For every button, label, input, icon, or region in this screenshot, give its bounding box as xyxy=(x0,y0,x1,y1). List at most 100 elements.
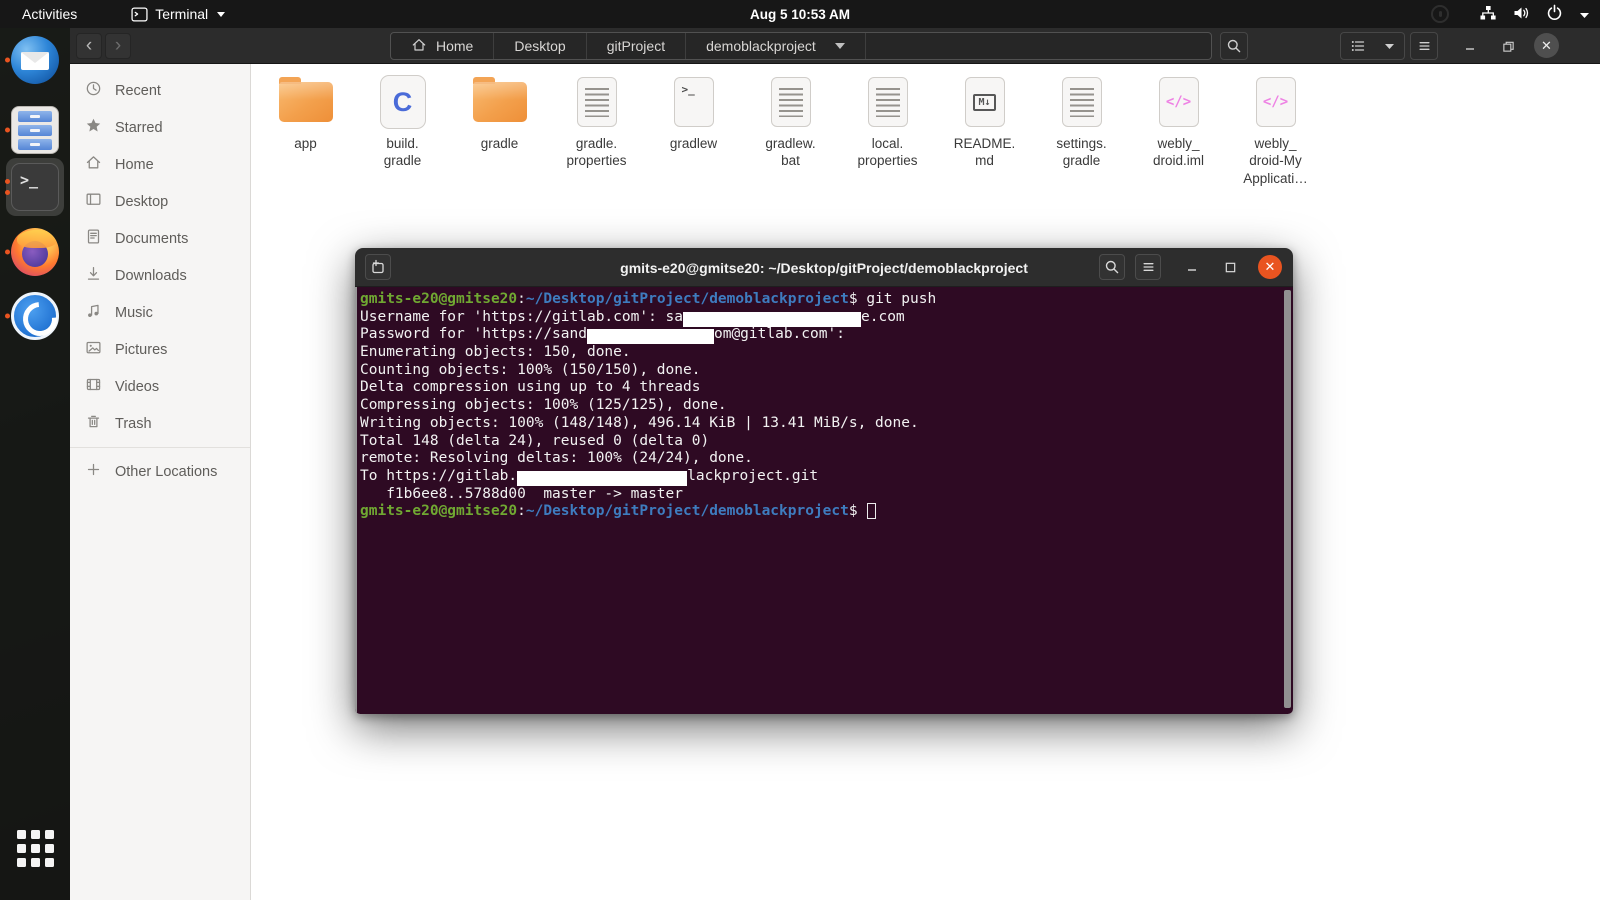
file-label: gradle. properties xyxy=(566,135,626,170)
files-sidebar: Recent StarredHome Desktop Documents Downloa… xyxy=(70,64,251,900)
back-button[interactable]: ‹ xyxy=(76,33,102,59)
sidebar-item-downloads[interactable]: Downloads xyxy=(70,257,250,294)
sidebar-item-label: Videos xyxy=(115,379,159,395)
file-item-gradlew.bat[interactable]: gradlew. bat xyxy=(742,74,839,170)
clock[interactable]: Aug 5 10:53 AM xyxy=(0,7,1600,22)
file-item-gradle.properties[interactable]: gradle. properties xyxy=(548,74,645,170)
file-label: build. gradle xyxy=(384,135,422,170)
path-segment-label: demoblackproject xyxy=(706,38,816,54)
trash-icon xyxy=(85,413,102,434)
file-item-webly_droid.iml[interactable]: </>webly_ droid.iml xyxy=(1130,74,1227,170)
running-indicator xyxy=(5,128,10,133)
dock-item-firefox[interactable] xyxy=(0,228,70,276)
file-item-gradlew[interactable]: >_gradlew xyxy=(645,74,742,152)
caret-down-icon[interactable] xyxy=(1579,6,1590,22)
redaction-box xyxy=(517,471,687,486)
sidebar-item-home[interactable]: Home xyxy=(70,146,250,183)
file-item-local.properties[interactable]: local. properties xyxy=(839,74,936,170)
close-button[interactable]: ✕ xyxy=(1534,33,1559,58)
sidebar-item-label: Recent xyxy=(115,83,161,99)
sidebar-item-label: Documents xyxy=(115,231,188,247)
file-icon xyxy=(577,74,617,130)
terminal-cursor xyxy=(867,503,876,519)
terminal-output[interactable]: gmits-e20@gmitse20:~/Desktop/gitProject/… xyxy=(355,287,1293,714)
dock-item-mattermost[interactable] xyxy=(0,292,70,340)
restore-button[interactable] xyxy=(1498,33,1518,59)
folder-icon xyxy=(279,74,333,130)
dock-item-thunderbird[interactable] xyxy=(0,36,70,84)
minimize-button[interactable] xyxy=(1460,33,1480,59)
file-icon: </> xyxy=(1256,74,1296,130)
desktop: Activities Terminal Aug 5 10:53 AM xyxy=(0,0,1600,900)
power-icon[interactable] xyxy=(1546,4,1563,24)
path-segment-gitproject[interactable]: gitProject xyxy=(587,33,686,59)
file-label: webly_ droid-My Applicati… xyxy=(1243,135,1308,187)
files-headerbar: ‹ › Home Desktop gitProject demoblackprojec… xyxy=(70,28,1600,64)
sidebar-item-recent[interactable]: Recent xyxy=(70,72,250,109)
dock-item-files[interactable] xyxy=(0,106,70,154)
terminal-menu-button[interactable] xyxy=(1135,254,1161,280)
menu-button[interactable] xyxy=(1410,32,1438,60)
sidebar-item-documents[interactable]: Documents xyxy=(70,220,250,257)
file-icon: M↓ xyxy=(965,74,1005,130)
new-tab-button[interactable] xyxy=(365,254,391,280)
file-item-settings.gradle[interactable]: settings. gradle xyxy=(1033,74,1130,170)
show-applications-button[interactable] xyxy=(0,830,70,867)
terminal-scrollbar[interactable] xyxy=(1284,290,1291,708)
file-label: settings. gradle xyxy=(1056,135,1106,170)
mattermost-icon xyxy=(11,292,59,340)
sidebar-item-other-locations[interactable]: Other Locations xyxy=(70,453,250,490)
home-icon xyxy=(85,154,102,175)
dock-item-terminal[interactable]: >_ xyxy=(0,158,70,216)
running-indicator xyxy=(5,250,10,255)
picture-icon xyxy=(85,339,102,360)
file-label: gradle xyxy=(481,135,519,152)
sidebar-item-label: Desktop xyxy=(115,194,168,210)
folder-icon xyxy=(473,74,527,130)
terminal-line: Writing objects: 100% (148/148), 496.14 … xyxy=(360,415,1283,433)
file-item-README.md[interactable]: M↓README. md xyxy=(936,74,1033,170)
plus-icon xyxy=(85,461,102,482)
view-options-button[interactable] xyxy=(1375,32,1405,60)
terminal-search-button[interactable] xyxy=(1099,254,1125,280)
list-view-button[interactable] xyxy=(1340,32,1376,60)
terminal-line: gmits-e20@gmitse20:~/Desktop/gitProject/… xyxy=(360,503,1283,521)
terminal-line: Total 148 (delta 24), reused 0 (delta 0) xyxy=(360,433,1283,451)
search-button[interactable] xyxy=(1220,32,1248,60)
file-item-gradle[interactable]: gradle xyxy=(451,74,548,152)
file-item-build.gradle[interactable]: Cbuild. gradle xyxy=(354,74,451,170)
path-bar[interactable]: Home Desktop gitProject demoblackproject xyxy=(390,32,1212,60)
running-indicator xyxy=(5,58,10,63)
network-icon[interactable] xyxy=(1479,5,1497,24)
terminal-maximize-button[interactable] xyxy=(1217,254,1243,280)
redaction-box xyxy=(587,329,714,344)
sidebar-item-videos[interactable]: Videos xyxy=(70,368,250,405)
sidebar-item-starred[interactable]: Starred xyxy=(70,109,250,146)
terminal-icon: >_ xyxy=(11,163,59,211)
file-label: app xyxy=(294,135,317,152)
terminal-close-button[interactable]: ✕ xyxy=(1257,254,1283,280)
path-segment-label: Desktop xyxy=(514,38,565,54)
path-segment-demoblackproject[interactable]: demoblackproject xyxy=(686,33,866,59)
file-item-webly_droid-My Application[interactable]: </> webly_ droid-My Applicati… xyxy=(1227,74,1324,187)
star-icon xyxy=(85,117,102,138)
sidebar-item-desktop[interactable]: Desktop xyxy=(70,183,250,220)
volume-icon[interactable] xyxy=(1513,5,1530,24)
terminal-minimize-button[interactable] xyxy=(1179,254,1205,280)
sidebar-separator xyxy=(70,447,250,448)
file-item-app[interactable]: app xyxy=(257,74,354,152)
path-segment-desktop[interactable]: Desktop xyxy=(494,33,586,59)
video-icon xyxy=(85,376,102,397)
app-indicator-icon[interactable] xyxy=(1431,5,1449,23)
file-icon: C xyxy=(380,74,426,130)
show-applications-icon xyxy=(17,830,54,867)
sidebar-item-pictures[interactable]: Pictures xyxy=(70,331,250,368)
forward-button[interactable]: › xyxy=(105,33,131,59)
file-icon: </> xyxy=(1159,74,1199,130)
path-segment-home[interactable]: Home xyxy=(391,33,494,59)
sidebar-item-label: Trash xyxy=(115,416,152,432)
sidebar-item-trash[interactable]: Trash xyxy=(70,405,250,442)
file-label: gradlew xyxy=(670,135,717,152)
redaction-box xyxy=(683,312,861,327)
sidebar-item-music[interactable]: Music xyxy=(70,294,250,331)
